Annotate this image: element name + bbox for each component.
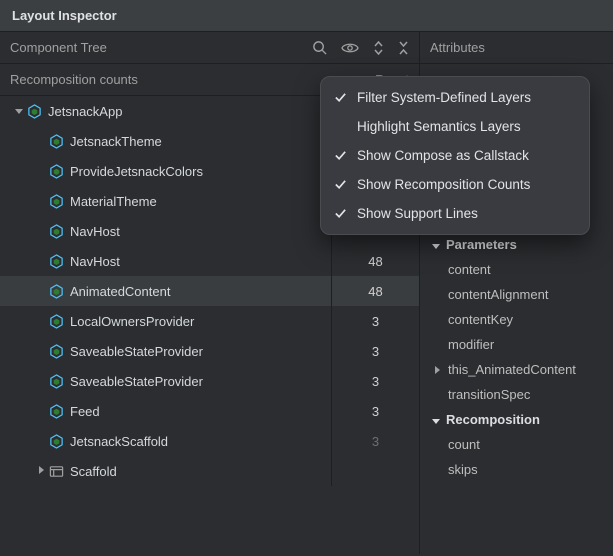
checkmark-icon	[333, 207, 347, 220]
popup-item-label: Show Recomposition Counts	[357, 177, 530, 192]
tree-toggle-icon[interactable]	[12, 106, 26, 117]
attr-item-content[interactable]: content	[420, 257, 613, 282]
node-label: NavHost	[70, 224, 120, 239]
recomposition-count: 48	[331, 246, 419, 276]
compose-icon	[48, 163, 64, 179]
popup-item-label: Show Compose as Callstack	[357, 148, 529, 163]
eye-icon[interactable]	[341, 41, 359, 55]
collapse-icon[interactable]	[398, 41, 409, 55]
recomposition-count: 48	[331, 276, 419, 306]
popup-item[interactable]: Show Support Lines	[321, 199, 589, 228]
compose-icon	[48, 373, 64, 389]
component-tree-label: Component Tree	[10, 40, 312, 55]
popup-item[interactable]: Show Recomposition Counts	[321, 170, 589, 199]
popup-item[interactable]: Highlight Semantics Layers	[321, 112, 589, 141]
attr-item-label: transitionSpec	[448, 387, 530, 402]
component-tree-header: Component Tree	[0, 32, 419, 64]
node-label: SaveableStateProvider	[70, 374, 203, 389]
node-label: AnimatedContent	[70, 284, 170, 299]
recomposition-count: 3	[331, 426, 419, 456]
window-title: Layout Inspector	[0, 0, 613, 32]
compose-icon	[48, 283, 64, 299]
tree-row-scaffold[interactable]: Scaffold	[0, 456, 419, 486]
compose-icon	[48, 403, 64, 419]
node-label: LocalOwnersProvider	[70, 314, 194, 329]
expand-icon[interactable]	[373, 41, 384, 55]
compose-icon	[48, 253, 64, 269]
recomposition-count: 3	[331, 306, 419, 336]
compose-icon	[26, 103, 42, 119]
popup-item[interactable]: Filter System-Defined Layers	[321, 83, 589, 112]
attr-item-label: contentKey	[448, 312, 513, 327]
node-label: Feed	[70, 404, 100, 419]
popup-item-label: Show Support Lines	[357, 206, 478, 221]
tree-row-feed[interactable]: Feed 3	[0, 396, 419, 426]
recomposition-count: 3	[331, 336, 419, 366]
recomposition-count: 3	[331, 396, 419, 426]
recomposition-count	[331, 456, 419, 486]
node-label: MaterialTheme	[70, 194, 157, 209]
tree-toggle-icon[interactable]	[34, 466, 48, 477]
node-label: ProvideJetsnackColors	[70, 164, 203, 179]
tree-row-saveablestateprovider[interactable]: SaveableStateProvider 3	[0, 336, 419, 366]
compose-icon	[48, 223, 64, 239]
filter-popup[interactable]: Filter System-Defined Layers Highlight Se…	[320, 76, 590, 235]
node-label: JetsnackScaffold	[70, 434, 168, 449]
attr-item-label: skips	[448, 462, 478, 477]
attr-item-label: contentAlignment	[448, 287, 548, 302]
attr-section-recomposition[interactable]: Recomposition	[420, 407, 613, 432]
tree-row-saveablestateprovider[interactable]: SaveableStateProvider 3	[0, 366, 419, 396]
chevron-right-icon	[432, 366, 442, 374]
compose-icon	[48, 193, 64, 209]
chevron-down-icon	[432, 237, 440, 252]
attr-item-count[interactable]: count	[420, 432, 613, 457]
attr-section-parameters[interactable]: Parameters	[420, 232, 613, 257]
checkmark-icon	[333, 178, 347, 191]
attr-item-this_AnimatedContent[interactable]: this_AnimatedContent	[420, 357, 613, 382]
recomposition-count: 3	[331, 366, 419, 396]
attr-item-contentKey[interactable]: contentKey	[420, 307, 613, 332]
attr-item-transitionSpec[interactable]: transitionSpec	[420, 382, 613, 407]
layout-icon	[48, 463, 64, 479]
attr-item-modifier[interactable]: modifier	[420, 332, 613, 357]
checkmark-icon	[333, 149, 347, 162]
node-label: Scaffold	[70, 464, 117, 479]
chevron-down-icon	[432, 412, 440, 427]
popup-item[interactable]: Show Compose as Callstack	[321, 141, 589, 170]
tree-row-jetsnackscaffold[interactable]: JetsnackScaffold 3	[0, 426, 419, 456]
node-label: JetsnackApp	[48, 104, 122, 119]
node-label: SaveableStateProvider	[70, 344, 203, 359]
tree-row-localownersprovider[interactable]: LocalOwnersProvider 3	[0, 306, 419, 336]
tree-row-navhost[interactable]: NavHost 48	[0, 246, 419, 276]
popup-item-label: Highlight Semantics Layers	[357, 119, 521, 134]
node-label: NavHost	[70, 254, 120, 269]
compose-icon	[48, 133, 64, 149]
compose-icon	[48, 433, 64, 449]
compose-icon	[48, 343, 64, 359]
compose-icon	[48, 313, 64, 329]
node-label: JetsnackTheme	[70, 134, 162, 149]
attr-item-skips[interactable]: skips	[420, 457, 613, 482]
attributes-label: Attributes	[430, 40, 603, 55]
attr-section-title: Recomposition	[446, 412, 540, 427]
attributes-header: Attributes	[420, 32, 613, 64]
attr-item-label: modifier	[448, 337, 494, 352]
attr-item-contentAlignment[interactable]: contentAlignment	[420, 282, 613, 307]
attr-item-label: count	[448, 437, 480, 452]
popup-item-label: Filter System-Defined Layers	[357, 90, 531, 105]
attr-item-label: content	[448, 262, 491, 277]
attr-item-label: this_AnimatedContent	[448, 362, 576, 377]
search-icon[interactable]	[312, 40, 327, 55]
checkmark-icon	[333, 91, 347, 104]
attr-section-title: Parameters	[446, 237, 517, 252]
tree-row-animatedcontent[interactable]: AnimatedContent 48	[0, 276, 419, 306]
